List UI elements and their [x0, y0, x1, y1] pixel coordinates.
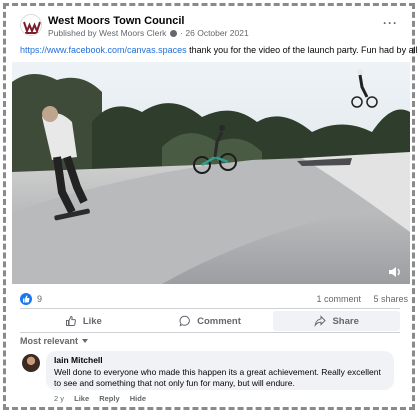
page-name[interactable]: West Moors Town Council — [48, 15, 184, 27]
comment-reply-link[interactable]: Reply — [99, 394, 119, 403]
comment-button[interactable]: Comment — [147, 311, 274, 331]
like-count[interactable]: 9 — [37, 294, 42, 304]
post-caption: https://www.facebook.com/canvas.spaces t… — [20, 45, 418, 55]
chevron-down-icon — [82, 339, 89, 343]
comment-hide-link[interactable]: Hide — [130, 394, 146, 403]
post-header: West Moors Town Council Published by Wes… — [20, 14, 400, 40]
comment-bubble: Iain Mitchell Well done to everyone who … — [46, 351, 394, 390]
more-options-icon[interactable]: ··· — [383, 16, 398, 30]
post-date-separator: · — [180, 28, 184, 38]
thumbs-up-icon — [65, 315, 76, 326]
comment-sort-dropdown[interactable]: Most relevant — [20, 336, 89, 346]
comment-text: Well done to everyone who made this happ… — [54, 367, 381, 388]
facebook-post: West Moors Town Council Published by Wes… — [8, 8, 418, 405]
comment-like-link[interactable]: Like — [74, 394, 89, 403]
comment-actions: 2 y Like Reply Hide — [54, 394, 154, 403]
published-by: Published by West Moors Clerk — [48, 28, 167, 38]
video-frame — [12, 62, 410, 284]
like-label: Like — [82, 315, 102, 327]
comment-bubble-icon — [179, 315, 190, 327]
comment-count[interactable]: 1 comment — [316, 294, 361, 304]
post-meta: Published by West Moors Clerk · 26 Octob… — [48, 28, 249, 38]
share-button[interactable]: Share — [273, 311, 401, 331]
comment-sort-label: Most relevant — [20, 336, 79, 346]
stats-divider — [20, 308, 400, 309]
post-actions: Like Comment Share — [20, 311, 401, 331]
avatar[interactable] — [22, 354, 40, 372]
like-reaction-icon[interactable] — [20, 293, 32, 305]
actions-divider — [20, 332, 400, 333]
council-crest-icon[interactable] — [20, 14, 42, 36]
share-label: Share — [332, 315, 359, 327]
comment-label: Comment — [197, 315, 241, 327]
video-player[interactable] — [12, 62, 410, 284]
comment-author[interactable]: Iain Mitchell — [54, 355, 386, 365]
share-arrow-icon — [314, 315, 327, 327]
comment-age[interactable]: 2 y — [54, 394, 64, 403]
post-date[interactable]: 26 October 2021 — [185, 28, 248, 38]
gear-icon — [169, 30, 177, 37]
share-count[interactable]: 5 shares — [373, 294, 408, 304]
post-stats: 9 1 comment 5 shares — [20, 293, 408, 307]
caption-text: thank you for the video of the launch pa… — [186, 45, 418, 55]
volume-icon[interactable] — [388, 266, 402, 278]
like-button[interactable]: Like — [20, 311, 147, 331]
caption-link[interactable]: https://www.facebook.com/canvas.spaces — [20, 45, 187, 55]
